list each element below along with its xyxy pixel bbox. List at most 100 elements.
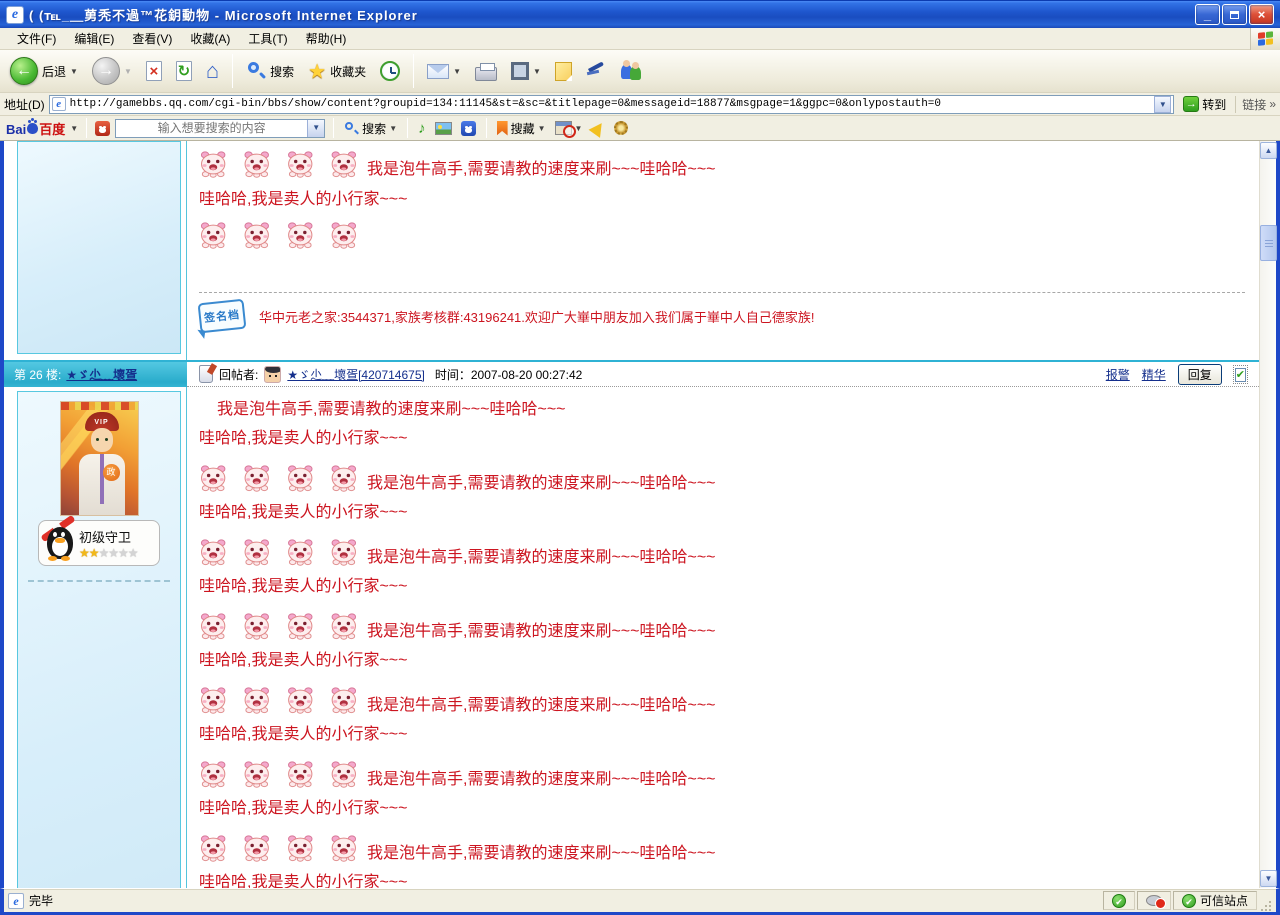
baidu-target-icon[interactable] [95,121,110,136]
post25-line2: 哇哈哈,我是卖人的小行家~~~ [199,185,1245,209]
popup-blocker-button[interactable]: ▼ [553,121,585,135]
back-label: 后退 [42,63,66,80]
search-button[interactable]: 搜索 [242,59,298,83]
baidu-logo[interactable]: Bai 百度 [6,119,65,138]
rank-title: 初级守卫 [79,527,138,546]
baidu-logo-dropdown-icon[interactable]: ▼ [70,124,78,133]
trusted-site-icon: ✔ [1182,894,1196,908]
menu-edit[interactable]: 编辑(E) [65,28,123,49]
post25-sidebar [4,141,187,360]
forward-dropdown-icon: ▼ [124,67,132,76]
post-time: 2007-08-20 00:27:42 [471,368,582,382]
signature-badge: 签名档 [198,299,247,334]
baidu-search-more-icon[interactable]: ▼ [389,124,397,133]
quill-button[interactable] [582,61,610,81]
post26-line1: 我是泡牛高手,需要请教的速度来刷~~~哇哈哈~~~ [199,387,1245,419]
address-url[interactable]: http://gamebbs.qq.com/cgi-bin/bbs/show/c… [70,98,1151,110]
mail-dropdown-icon[interactable]: ▼ [453,67,461,76]
print-button[interactable] [471,59,501,83]
status-check-icon: ✔ [1112,894,1126,908]
messenger-button[interactable] [616,59,646,83]
baidu-logo-du: 百度 [39,119,65,138]
qq-penguin-icon [41,523,77,563]
links-label[interactable]: 链接 [1242,96,1266,113]
edit-dropdown-icon[interactable]: ▼ [533,67,541,76]
links-chevron-icon[interactable]: » [1269,97,1276,111]
vertical-scrollbar[interactable]: ▲ ▼ [1259,141,1276,888]
post26-line2: 哇哈哈,我是卖人的小行家~~~ [199,868,1245,888]
favorites-button[interactable]: ★ 收藏夹 [304,57,370,86]
pig-emoticon-row [199,612,359,641]
address-label: 地址(D) [4,96,45,113]
scroll-thumb[interactable] [1260,225,1277,261]
reply-button[interactable]: 回复 [1178,364,1222,385]
baidu-search-input[interactable] [116,121,307,135]
address-dropdown-icon[interactable]: ▼ [1154,96,1171,113]
post26-line1: 我是泡牛高手,需要请教的速度来刷~~~哇哈哈~~~ [367,765,716,789]
baidu-collect-button[interactable]: 搜藏 ▼ [495,120,548,137]
baidu-search-box[interactable]: ▼ [115,119,325,138]
pig-emoticon-row [199,221,359,250]
menu-file[interactable]: 文件(F) [8,28,65,49]
history-button[interactable] [376,59,404,83]
refresh-button[interactable]: ↻ [172,59,196,83]
status-text: 完毕 [29,892,53,909]
avatar[interactable]: VIP 政 [60,401,139,516]
mail-button[interactable]: ▼ [423,62,465,81]
floor-user-link[interactable]: ★ゞ尐﹏壞疍 [66,366,137,383]
home-button[interactable]: ⌂ [202,58,223,84]
status-page-icon: e [8,893,24,909]
post25-line1: 我是泡牛高手,需要请教的速度来刷~~~哇哈哈~~~ [367,155,716,179]
window-title: ( (℡_＿莮秃不過™花鈅動物 - Microsoft Internet Exp… [29,5,1195,24]
baidu-settings-button[interactable] [612,121,630,135]
popup-blocker-dropdown-icon[interactable]: ▼ [575,124,583,133]
music-note-icon: ♪ [418,120,426,137]
rank-badge: 初级守卫 ★★★★★★ [38,520,160,566]
post26-line1: 我是泡牛高手,需要请教的速度来刷~~~哇哈哈~~~ [367,469,716,493]
menu-favorites[interactable]: 收藏(A) [181,28,239,49]
mail-icon [427,64,449,79]
search-label: 搜索 [270,63,294,80]
baidu-image-button[interactable] [433,122,454,135]
select-post-checkbox[interactable]: ✔ [1235,368,1246,382]
forum-page: 我是泡牛高手,需要请教的速度来刷~~~哇哈哈~~~ 哇哈哈,我是卖人的小行家~~… [4,141,1259,888]
floor26-header: 第 26 楼: ★ゞ尐﹏壞疍 回帖者: ★ゞ尐﹏壞疍[420714675] 时间… [4,360,1259,387]
status-pane-zone: ✔ 可信站点 [1173,891,1257,910]
menu-tools[interactable]: 工具(T) [239,28,296,49]
baidu-search-dropdown-icon[interactable]: ▼ [307,120,324,137]
edit-button[interactable]: ▼ [507,60,545,82]
baidu-search-icon [344,121,359,136]
baidu-search-button[interactable]: 搜索 ▼ [342,120,399,137]
minimize-button[interactable]: _ [1195,4,1220,25]
baidu-music-button[interactable]: ♪ [416,120,428,137]
floor26-label-cell: 第 26 楼: ★ゞ尐﹏壞疍 [4,362,187,387]
floor26-info-cell: 回帖者: ★ゞ尐﹏壞疍[420714675] 时间：2007-08-20 00:… [187,362,1259,387]
baidu-app-button[interactable] [459,121,478,136]
close-button[interactable]: × [1249,4,1274,25]
scroll-up-button[interactable]: ▲ [1260,142,1277,159]
maximize-button[interactable] [1222,4,1247,25]
title-bar: e ( (℡_＿莮秃不過™花鈅動物 - Microsoft Internet E… [0,0,1280,28]
page-favicon: e [52,97,66,111]
forward-button[interactable]: → ▼ [88,55,136,87]
forward-icon: → [92,57,120,85]
address-input[interactable]: e http://gamebbs.qq.com/cgi-bin/bbs/show… [49,95,1175,114]
replier-link[interactable]: ★ゞ尐﹏壞疍[420714675] [287,366,425,383]
post-scroll-icon [199,365,213,383]
report-link[interactable]: 报警 [1106,366,1130,383]
trusted-site-label: 可信站点 [1200,892,1248,909]
highlight-button[interactable] [589,122,607,135]
stop-button[interactable]: × [142,59,166,83]
baidu-collect-dropdown-icon[interactable]: ▼ [538,124,546,133]
signature-text: 华中元老之家:3544371,家族考核群:43196241.欢迎广大崋中朋友加入… [259,307,815,326]
back-button[interactable]: ← 后退 ▼ [6,55,82,87]
go-button[interactable]: → 转到 [1178,95,1231,114]
digest-link[interactable]: 精华 [1142,366,1166,383]
note-button[interactable] [551,60,576,83]
bookmark-icon [497,121,508,136]
back-dropdown-icon[interactable]: ▼ [70,67,78,76]
resize-grip[interactable] [1259,899,1272,912]
scroll-down-button[interactable]: ▼ [1260,870,1277,887]
menu-help[interactable]: 帮助(H) [297,28,356,49]
menu-view[interactable]: 查看(V) [123,28,181,49]
